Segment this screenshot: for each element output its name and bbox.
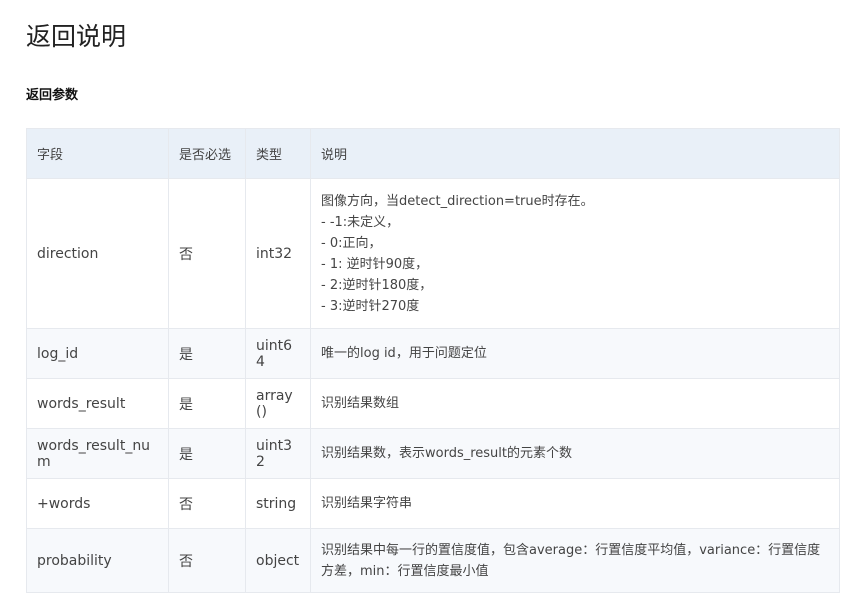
- description-line: - 1: 逆时针90度，: [321, 256, 429, 272]
- cell-description: 识别结果数，表示words_result的元素个数: [310, 428, 840, 479]
- cell-required: 否: [168, 528, 246, 593]
- cell-type: string: [245, 478, 311, 529]
- description-line: 图像方向，当detect_direction=true时存在。: [321, 193, 594, 209]
- description-line: - 0:正向，: [321, 235, 382, 251]
- table-row: probability 否 object 识别结果中每一行的置信度值，包含ave…: [26, 528, 840, 593]
- table-row: log_id 是 uint64 唯一的log id，用于问题定位: [26, 328, 840, 379]
- cell-description: 识别结果数组: [310, 378, 840, 429]
- header-type: 类型: [245, 128, 311, 179]
- cell-field: words_result: [26, 378, 169, 429]
- cell-required: 是: [168, 428, 246, 479]
- description-line: 识别结果字符串: [321, 496, 413, 511]
- cell-type: int32: [245, 178, 311, 329]
- cell-type: uint32: [245, 428, 311, 479]
- cell-required: 否: [168, 178, 246, 329]
- header-description: 说明: [310, 128, 840, 179]
- cell-description: 识别结果字符串: [310, 478, 840, 529]
- cell-required: 否: [168, 478, 246, 529]
- table-header-row: 字段 是否必选 类型 说明: [26, 128, 840, 179]
- table-row: direction 否 int32 图像方向，当detect_direction…: [26, 178, 840, 329]
- cell-field: probability: [26, 528, 169, 593]
- description-line: - -1:未定义，: [321, 214, 400, 230]
- cell-field: +words: [26, 478, 169, 529]
- page-title: 返回说明: [26, 22, 127, 51]
- cell-description: 图像方向，当detect_direction=true时存在。 - -1:未定义…: [310, 178, 840, 329]
- description-line: 识别结果中每一行的置信度值，包含average：行置信度平均值，variance…: [321, 542, 821, 579]
- cell-required: 是: [168, 378, 246, 429]
- cell-required: 是: [168, 328, 246, 379]
- cell-field: log_id: [26, 328, 169, 379]
- header-field: 字段: [26, 128, 169, 179]
- table-row: words_result 是 array() 识别结果数组: [26, 378, 840, 429]
- table-row: words_result_num 是 uint32 识别结果数，表示words_…: [26, 428, 840, 479]
- description-line: 识别结果数组: [321, 396, 400, 411]
- description-line: - 3:逆时针270度: [321, 298, 420, 314]
- cell-type: object: [245, 528, 311, 593]
- cell-description: 识别结果中每一行的置信度值，包含average：行置信度平均值，variance…: [310, 528, 840, 593]
- return-params-table: 字段 是否必选 类型 说明 direction 否 int32 图像方向，当de…: [26, 128, 840, 593]
- cell-description: 唯一的log id，用于问题定位: [310, 328, 840, 379]
- description-line: - 2:逆时针180度，: [321, 277, 433, 293]
- description-line: 识别结果数，表示words_result的元素个数: [321, 446, 573, 461]
- description-line: 唯一的log id，用于问题定位: [321, 346, 487, 361]
- section-title: 返回参数: [26, 88, 79, 103]
- cell-type: uint64: [245, 328, 311, 379]
- cell-field: direction: [26, 178, 169, 329]
- header-required: 是否必选: [168, 128, 246, 179]
- cell-field: words_result_num: [26, 428, 169, 479]
- table-row: +words 否 string 识别结果字符串: [26, 478, 840, 529]
- cell-type: array(): [245, 378, 311, 429]
